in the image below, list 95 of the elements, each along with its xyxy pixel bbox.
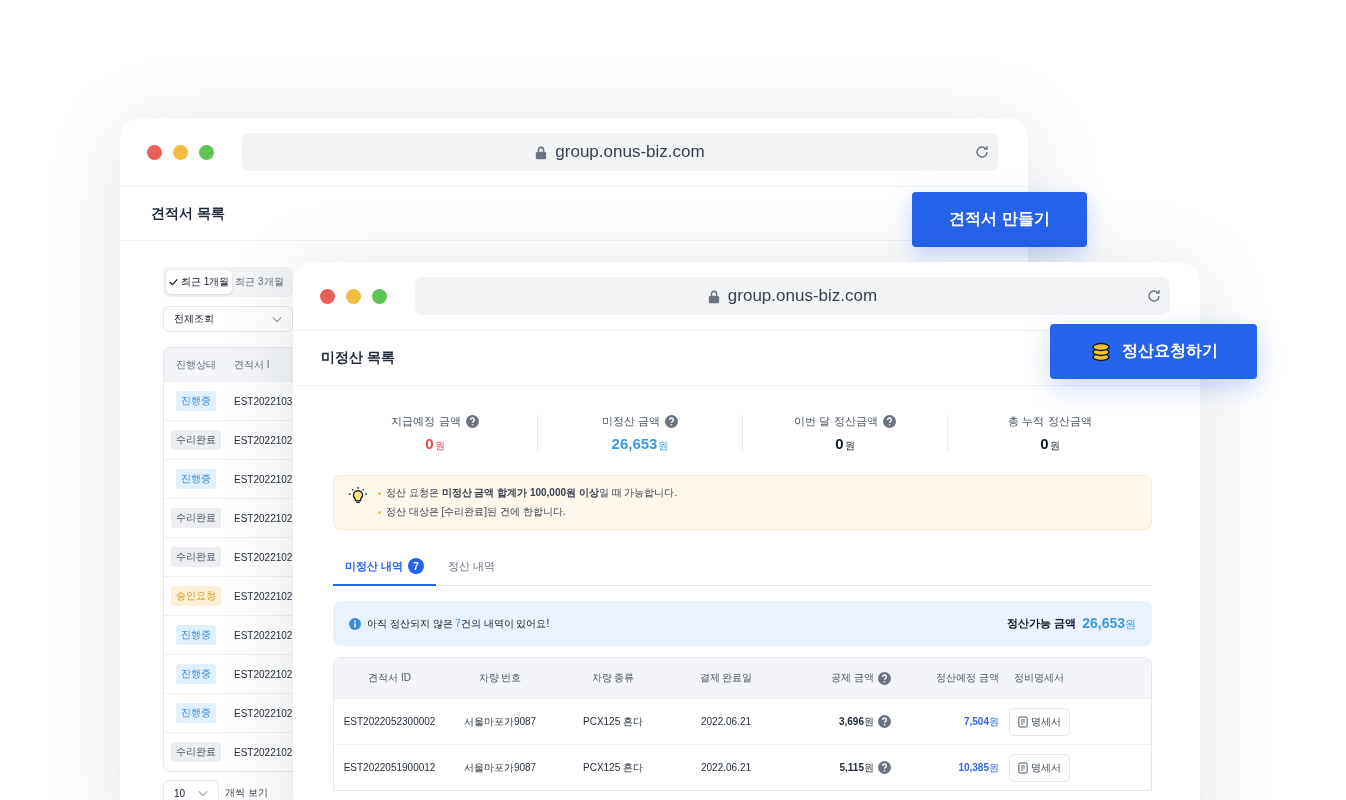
chevron-down-icon [272, 315, 282, 323]
address-bar[interactable]: group.onus-biz.com [415, 277, 1170, 315]
stat-label: 미정산 금액 [601, 414, 661, 429]
table-cell: EST2022103 [234, 395, 293, 407]
info-icon [349, 617, 361, 630]
table-cell: EST2022052300002 [343, 716, 436, 727]
table-cell: 3,696원 [838, 714, 874, 729]
page-title: 미정산 목록 [321, 349, 395, 367]
table-cell: EST2022102 [234, 707, 293, 719]
table-cell: 2022.06.21 [700, 762, 752, 773]
tab[interactable]: 정산 내역 [436, 548, 508, 586]
page-size-label: 개씩 보기 [225, 786, 268, 800]
create-estimate-button[interactable]: 견적서 만들기 [912, 192, 1087, 247]
status-badge: 승인요청 [171, 586, 221, 606]
notice-text: 정산 요청은 미정산 금액 합계가 100,000원 이상일 때 가능합니다. [386, 486, 678, 500]
help-icon[interactable] [878, 715, 891, 728]
coin-stack-icon [1089, 340, 1112, 363]
check-icon [169, 278, 178, 286]
available-amount-label: 정산가능 금액 [1007, 616, 1077, 631]
status-badge: 진행중 [176, 703, 216, 723]
stat-value: 0 원 [425, 435, 445, 453]
address-bar[interactable]: group.onus-biz.com [242, 133, 998, 171]
lightbulb-icon [348, 486, 368, 506]
reload-icon[interactable] [974, 144, 990, 160]
table-cell: 5,115원 [839, 760, 874, 775]
tab[interactable]: 미정산 내역 7 [333, 548, 437, 586]
stat-value: 0 원 [1040, 435, 1060, 453]
column-header: 견적서 ID [368, 671, 411, 685]
reload-icon[interactable] [1146, 288, 1162, 304]
document-icon [1017, 761, 1028, 774]
page-size-dropdown[interactable]: 10 [163, 780, 219, 800]
status-badge: 진행중 [176, 664, 216, 684]
status-badge: 수리완료 [171, 508, 221, 528]
table-cell: 2022.06.21 [700, 716, 752, 727]
stat-value: 0 원 [835, 435, 855, 453]
column-header: 진행상태 [175, 357, 217, 372]
table-cell: EST2022051900012 [343, 762, 436, 773]
status-badge: 수리완료 [171, 547, 221, 567]
column-header: 견적서 I [234, 357, 270, 372]
table-cell: EST2022102 [234, 668, 293, 680]
maximize-dot[interactable] [199, 144, 214, 160]
table-cell: 7,504원 [963, 714, 999, 729]
minimize-dot[interactable] [173, 144, 188, 160]
table-cell: 10,385원 [958, 760, 999, 775]
help-icon[interactable] [878, 761, 891, 774]
period-tab[interactable]: 최근 3개월 [232, 270, 287, 294]
receipt-button[interactable]: 명세서 [1008, 753, 1070, 782]
url-text: group.onus-biz.com [727, 286, 878, 306]
table-cell: 서울마포가9087 [463, 714, 537, 729]
column-header: 정비명세서 [1014, 671, 1064, 685]
receipt-button[interactable]: 명세서 [1008, 707, 1070, 736]
column-header: 결제 완료일 [699, 671, 753, 685]
lock-icon [707, 288, 720, 304]
help-icon[interactable] [882, 415, 896, 428]
table-cell: EST2022102 [234, 590, 293, 602]
column-header: 차량 번호 [478, 671, 522, 685]
page-title: 견적서 목록 [151, 204, 225, 223]
help-icon[interactable] [465, 415, 479, 428]
available-amount: 26,653원 [1082, 615, 1136, 632]
column-header: 공제 금액 [831, 671, 874, 685]
stat-value: 26,653원 [611, 435, 669, 453]
table-cell: 서울마포가9087 [463, 760, 537, 775]
document-icon [1017, 715, 1028, 728]
minimize-dot[interactable] [346, 288, 361, 304]
chevron-down-icon [198, 789, 208, 797]
lock-icon [535, 144, 548, 160]
help-icon[interactable] [878, 671, 891, 685]
status-badge: 수리완료 [171, 742, 221, 762]
status-badge: 수리완료 [171, 430, 221, 450]
close-dot[interactable] [320, 288, 335, 304]
column-header: 차량 종류 [591, 671, 635, 685]
table-cell: EST2022102 [234, 629, 293, 641]
column-header: 정산예정 금액 [936, 671, 999, 685]
table-cell: EST2022102 [234, 746, 293, 758]
table-cell: EST2022102 [234, 551, 293, 563]
status-badge: 진행중 [176, 469, 216, 489]
status-badge: 진행중 [176, 625, 216, 645]
info-message: 아직 정산되지 않은 7건의 내역이 있어요! [367, 616, 550, 631]
stat-label: 이번 달 정산금액 [794, 414, 878, 429]
url-text: group.onus-biz.com [555, 142, 705, 162]
settlement-request-button[interactable]: 정산요청하기 [1050, 324, 1257, 379]
table-cell: EST2022102 [234, 434, 293, 446]
help-icon[interactable] [665, 415, 679, 428]
status-badge: 진행중 [176, 391, 216, 411]
close-dot[interactable] [147, 144, 162, 160]
table-cell: EST2022102 [234, 473, 293, 485]
notice-text: 정산 대상은 [수리완료]된 건에 한합니다. [386, 505, 566, 519]
table-cell: PCX125 혼다 [583, 760, 643, 775]
filter-dropdown[interactable]: 전체조회 [163, 306, 293, 332]
stat-label: 총 누적 정산금액 [1008, 414, 1092, 429]
table-cell: PCX125 혼다 [583, 714, 643, 729]
maximize-dot[interactable] [372, 288, 387, 304]
period-tab[interactable]: 최근 1개월 [166, 270, 233, 294]
table-cell: EST2022102 [234, 512, 293, 524]
stat-label: 지급예정 금액 [391, 414, 461, 429]
